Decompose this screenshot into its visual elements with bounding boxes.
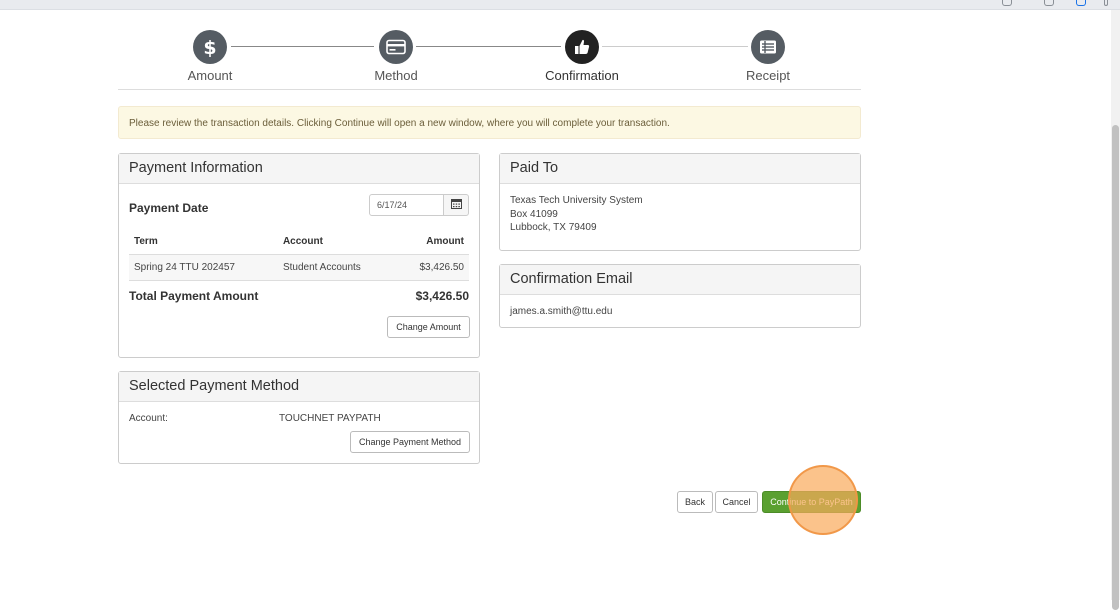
selected-payment-method-panel: Selected Payment Method Account: TOUCHNE… [118, 371, 480, 464]
table-row: Spring 24 TTU 202457 Student Accounts $3… [129, 254, 469, 281]
total-payment-value: $3,426.50 [415, 289, 469, 303]
dollar-icon: $ [193, 30, 227, 64]
account-value: TOUCHNET PAYPATH [279, 413, 381, 424]
calendar-icon [450, 196, 462, 214]
profile-icon[interactable] [1076, 0, 1086, 6]
step-label: Amount [187, 68, 233, 83]
browser-toolbar [0, 0, 1120, 10]
term-cell: Spring 24 TTU 202457 [129, 254, 278, 281]
column-header-amount: Amount [395, 230, 469, 255]
page-scrollbar[interactable] [1111, 10, 1120, 610]
change-amount-button[interactable]: Change Amount [387, 316, 470, 338]
payee-box: Box 41099 [510, 208, 558, 220]
confirmation-email-panel: Confirmation Email james.a.smith@ttu.edu [499, 264, 861, 328]
step-label: Method [374, 68, 418, 83]
change-payment-method-button[interactable]: Change Payment Method [350, 431, 470, 453]
card-icon [379, 30, 413, 64]
paid-to-panel: Paid To Texas Tech University System Box… [499, 153, 861, 251]
panel-title: Payment Information [119, 154, 479, 184]
column-header-account: Account [277, 230, 396, 255]
extensions-icon[interactable] [1044, 0, 1054, 6]
step-confirmation: Confirmation [522, 30, 642, 83]
bookmark-star-icon[interactable] [1002, 0, 1012, 6]
step-receipt: Receipt [708, 30, 828, 83]
list-icon [751, 30, 785, 64]
panel-title: Selected Payment Method [119, 372, 479, 402]
thumbs-up-icon [565, 30, 599, 64]
cancel-button[interactable]: Cancel [715, 491, 758, 513]
payee-city: Lubbock, TX 79409 [510, 222, 597, 233]
amount-cell: $3,426.50 [395, 254, 469, 281]
payment-date-label: Payment Date [129, 201, 209, 215]
table-header-row: Term Account Amount [129, 230, 469, 255]
account-cell: Student Accounts [277, 254, 396, 281]
payee-name: Texas Tech University System [510, 195, 643, 206]
column-header-term: Term [129, 230, 278, 255]
progress-steps: $ Amount Method Confirmation Receipt [118, 10, 861, 90]
back-button[interactable]: Back [677, 491, 713, 513]
step-label: Receipt [745, 68, 791, 83]
review-notice: Please review the transaction details. C… [118, 106, 861, 139]
click-indicator [788, 465, 858, 535]
payment-information-panel: Payment Information Payment Date 6/17/24… [118, 153, 480, 358]
confirmation-email-value: james.a.smith@ttu.edu [510, 306, 613, 317]
svg-text:$: $ [203, 37, 216, 57]
step-label: Confirmation [545, 68, 619, 83]
browser-menu-icon[interactable] [1104, 0, 1108, 6]
panel-title: Paid To [500, 154, 860, 184]
panel-title: Confirmation Email [500, 265, 860, 295]
step-amount: $ Amount [150, 30, 270, 83]
payee-address: Texas Tech University System Box 41099 L… [510, 194, 643, 235]
step-method: Method [336, 30, 456, 83]
payment-date-input[interactable]: 6/17/24 [369, 194, 444, 216]
scrollbar-thumb[interactable] [1112, 125, 1119, 610]
calendar-button[interactable] [443, 194, 469, 216]
total-payment-label: Total Payment Amount [129, 289, 259, 303]
payment-container: $ Amount Method Confirmation Receipt Ple… [118, 10, 861, 513]
payment-items-table: Term Account Amount Spring 24 TTU 202457… [129, 230, 469, 281]
account-label: Account: [129, 413, 168, 424]
